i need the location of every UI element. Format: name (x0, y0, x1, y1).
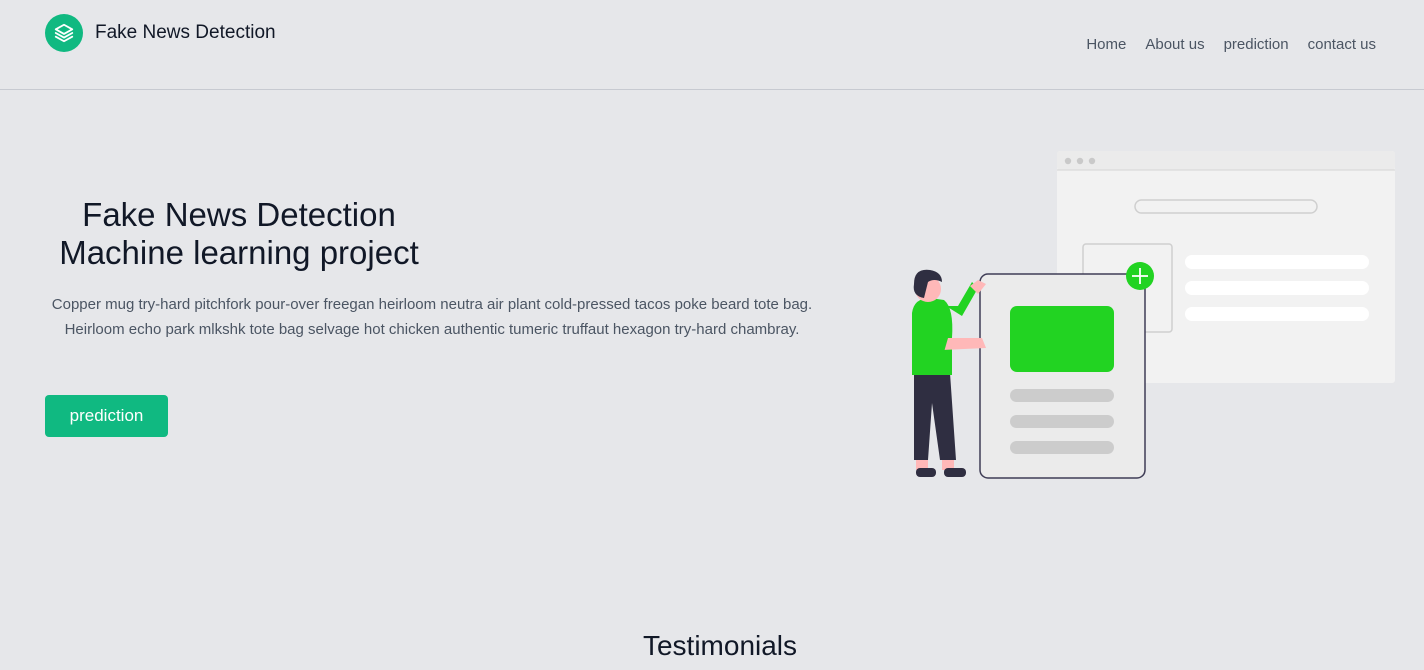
stacked-layers-icon (45, 14, 83, 52)
hero-title-line-2: Machine learning project (59, 234, 419, 271)
prediction-button[interactable]: prediction (45, 395, 168, 437)
nav-home[interactable]: Home (1086, 36, 1126, 53)
nav-about-us[interactable]: About us (1145, 36, 1204, 53)
main-nav: Home About us prediction contact us (1086, 36, 1376, 53)
hero-title-line-1: Fake News Detection (82, 196, 396, 233)
nav-contact-us[interactable]: contact us (1308, 36, 1376, 53)
hero-description: Copper mug try-hard pitchfork pour-over … (51, 296, 813, 338)
brand-link[interactable]: Fake News Detection (45, 14, 276, 52)
brand-name: Fake News Detection (95, 22, 276, 43)
site-header: Fake News Detection Home About us predic… (0, 0, 1424, 90)
hero-illustration (900, 148, 1400, 483)
testimonials-heading: Testimonials (642, 630, 798, 661)
nav-prediction[interactable]: prediction (1224, 36, 1289, 53)
hero-title: Fake News Detection Machine learning pro… (46, 196, 432, 272)
